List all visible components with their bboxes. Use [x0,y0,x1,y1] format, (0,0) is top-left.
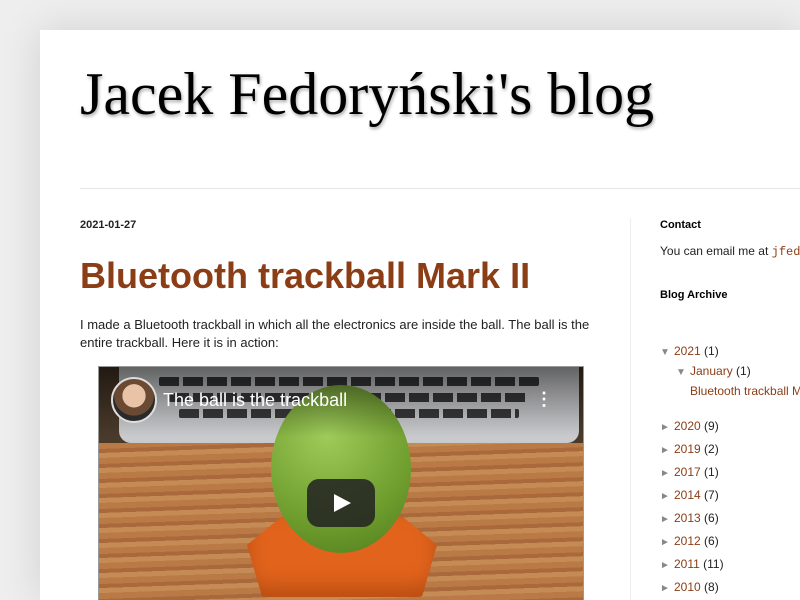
play-button[interactable] [307,479,375,527]
archive-year-link[interactable]: 2011 [674,557,700,571]
expand-toggle-icon[interactable]: ► [660,422,674,433]
expand-toggle-icon[interactable]: ► [660,560,674,571]
collapse-toggle-icon[interactable]: ▼ [676,367,690,378]
archive-year-link[interactable]: 2014 [674,488,701,502]
archive-year-item: ► 2014 (7) [660,488,719,502]
archive-count: (1) [736,364,751,378]
archive-year-item: ► 2011 (11) [660,557,724,571]
archive-month-link[interactable]: January [690,364,733,378]
archive-widget-title: Blog Archive [660,289,728,301]
archive-month-january: ▼ January (1) [676,364,751,378]
archive-year-item: ► 2013 (6) [660,511,719,525]
post-date: 2021-01-27 [80,219,137,231]
expand-toggle-icon[interactable]: ► [660,491,674,502]
archive-count: (8) [704,580,719,594]
archive-year-2021: ▼ 2021 (1) [660,344,719,358]
archive-count: (6) [704,534,719,548]
header-divider [80,188,800,189]
blog-title[interactable]: Jacek Fedoryński's blog [80,64,654,124]
expand-toggle-icon[interactable]: ► [660,445,674,456]
archive-year-item: ► 2012 (6) [660,534,719,548]
archive-year-item: ► 2019 (2) [660,442,719,456]
archive-year-link[interactable]: 2010 [674,580,701,594]
archive-count: (7) [704,488,719,502]
archive-count: (2) [704,442,719,456]
contact-email-link[interactable]: jfed [772,245,800,259]
archive-year-link[interactable]: 2013 [674,511,701,525]
archive-year-link[interactable]: 2012 [674,534,701,548]
archive-year-item: ► 2010 (8) [660,580,719,594]
post-intro: I made a Bluetooth trackball in which al… [80,317,590,350]
expand-toggle-icon[interactable]: ► [660,514,674,525]
archive-count: (6) [704,511,719,525]
contact-text: You can email me at jfed [660,244,800,259]
channel-avatar[interactable] [111,377,157,423]
contact-widget-title: Contact [660,219,701,231]
archive-post-item: Bluetooth trackball M [690,384,800,398]
video-title[interactable]: The ball is the trackball [163,390,347,411]
archive-year-link[interactable]: 2020 [674,419,701,433]
archive-year-link[interactable]: 2017 [674,465,701,479]
collapse-toggle-icon[interactable]: ▼ [660,347,674,358]
sidebar-divider [630,218,631,600]
archive-count: (1) [704,344,719,358]
archive-count: (1) [704,465,719,479]
video-player[interactable]: The ball is the trackball ⋮ [98,366,584,600]
archive-year-item: ► 2020 (9) [660,419,719,433]
archive-year-link[interactable]: 2019 [674,442,701,456]
archive-count: (11) [703,557,724,571]
page-content: Jacek Fedoryński's blog 2021-01-27 Bluet… [40,30,800,600]
contact-label: You can email me at [660,244,772,258]
more-options-icon[interactable]: ⋮ [535,389,553,409]
post-title[interactable]: Bluetooth trackball Mark II [80,258,530,294]
expand-toggle-icon[interactable]: ► [660,468,674,479]
archive-year-item: ► 2017 (1) [660,465,719,479]
archive-year-link[interactable]: 2021 [674,344,701,358]
archive-count: (9) [704,419,719,433]
expand-toggle-icon[interactable]: ► [660,537,674,548]
expand-toggle-icon[interactable]: ► [660,583,674,594]
archive-post-link[interactable]: Bluetooth trackball M [690,384,800,398]
